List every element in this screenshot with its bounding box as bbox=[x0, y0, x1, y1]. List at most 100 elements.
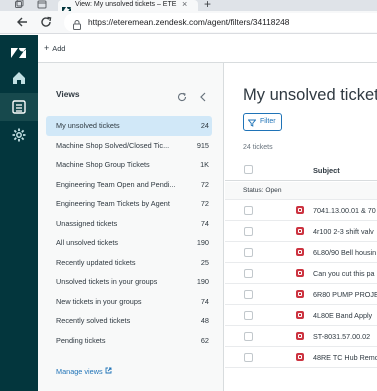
close-tab-icon[interactable]: × bbox=[182, 0, 187, 10]
manage-views-link[interactable]: Manage views bbox=[56, 367, 112, 376]
view-item[interactable]: Unsolved tickets in your groups 190 bbox=[46, 272, 212, 292]
open-status-icon bbox=[296, 290, 304, 298]
table-row[interactable]: 7041.13.00.01 & 70 bbox=[225, 200, 377, 221]
subject-column-header[interactable]: Subject bbox=[313, 166, 340, 175]
table-row[interactable]: 6R80 PUMP PROJE bbox=[225, 284, 377, 305]
ticket-subject[interactable]: Can you cut this pa bbox=[313, 269, 375, 279]
table-header: Subject bbox=[225, 159, 377, 181]
view-item[interactable]: Engineering Team Tickets by Agent 72 bbox=[46, 194, 212, 214]
row-checkbox[interactable] bbox=[244, 311, 253, 320]
views-icon[interactable] bbox=[0, 93, 38, 121]
refresh-icon[interactable] bbox=[177, 89, 187, 107]
view-item[interactable]: All unsolved tickets 190 bbox=[46, 233, 212, 253]
row-checkbox[interactable] bbox=[244, 290, 253, 299]
table-row[interactable]: 4r100 2-3 shift valv bbox=[225, 221, 377, 242]
workspaces-icon[interactable] bbox=[14, 0, 26, 11]
row-checkbox[interactable] bbox=[244, 332, 253, 341]
view-item[interactable]: New tickets in your groups 74 bbox=[46, 292, 212, 312]
view-item-count: 1K bbox=[200, 160, 209, 169]
collapse-panel-chevron-icon[interactable] bbox=[199, 89, 207, 107]
reload-icon[interactable] bbox=[38, 14, 54, 30]
ticket-subject[interactable]: 6L80/90 Bell housin bbox=[313, 248, 376, 258]
home-icon[interactable] bbox=[0, 64, 38, 92]
table-row[interactable]: Can you cut this pa bbox=[225, 263, 377, 284]
browser-tab-active[interactable]: View: My unsolved tickets – ETE bbox=[58, 0, 198, 13]
main-content: My unsolved tickets Filter 24 tickets Su… bbox=[225, 63, 377, 391]
url-text[interactable]: https://eteremean.zendesk.com/agent/filt… bbox=[88, 17, 289, 28]
views-header: Views bbox=[56, 89, 80, 99]
view-item-label: Machine Shop Solved/Closed Tic... bbox=[56, 140, 170, 150]
back-arrow-icon[interactable] bbox=[14, 14, 30, 30]
view-item[interactable]: Recently updated tickets 25 bbox=[46, 253, 212, 273]
view-item-label: Machine Shop Group Tickets bbox=[56, 160, 150, 169]
table-row[interactable]: ST-8031.57.00.02 bbox=[225, 326, 377, 347]
manage-views-label: Manage views bbox=[56, 367, 103, 376]
row-checkbox[interactable] bbox=[244, 206, 253, 215]
ticket-subject[interactable]: ST-8031.57.00.02 bbox=[313, 332, 370, 342]
row-checkbox[interactable] bbox=[244, 269, 253, 278]
browser-tab-strip: View: My unsolved tickets – ETE × + bbox=[0, 0, 377, 13]
new-tab-icon[interactable]: + bbox=[204, 0, 211, 10]
view-item[interactable]: Machine Shop Solved/Closed Tic... 915 bbox=[46, 136, 212, 156]
view-item[interactable]: Recently solved tickets 48 bbox=[46, 311, 212, 331]
view-item-count: 72 bbox=[200, 179, 209, 189]
ticket-subject[interactable]: 48RE TC Hub Remo bbox=[313, 353, 377, 363]
view-item-label: Engineering Team Tickets by Agent bbox=[56, 199, 170, 208]
open-status-icon bbox=[296, 332, 304, 340]
ticket-subject[interactable]: 6R80 PUMP PROJE bbox=[313, 290, 377, 300]
browser-toolbar: https://eteremean.zendesk.com/agent/filt… bbox=[0, 11, 377, 34]
view-item-count: 48 bbox=[200, 316, 209, 325]
filter-label: Filter bbox=[260, 118, 276, 125]
view-item-count: 915 bbox=[196, 140, 209, 150]
open-status-icon bbox=[296, 227, 304, 235]
zendesk-logo-icon[interactable] bbox=[0, 39, 38, 67]
plus-icon: + bbox=[44, 43, 50, 53]
open-status-icon bbox=[296, 353, 304, 361]
ticket-subject[interactable]: 4r100 2-3 shift valv bbox=[313, 227, 374, 237]
view-item[interactable]: Pending tickets 62 bbox=[46, 331, 212, 351]
table-row[interactable]: 4L80E Band Apply bbox=[225, 305, 377, 326]
settings-gear-icon[interactable] bbox=[0, 121, 38, 149]
table-row[interactable]: 6L80/90 Bell housin bbox=[225, 242, 377, 263]
status-group-label: Status: Open bbox=[243, 187, 282, 194]
address-bar[interactable]: https://eteremean.zendesk.com/agent/filt… bbox=[64, 13, 377, 32]
ticket-count: 24 tickets bbox=[243, 144, 273, 151]
view-item[interactable]: Engineering Team Open and Pendi... 72 bbox=[46, 175, 212, 195]
view-item-count: 72 bbox=[200, 199, 209, 208]
row-checkbox[interactable] bbox=[244, 353, 253, 362]
external-link-icon bbox=[105, 367, 112, 376]
view-list: My unsolved tickets 24 Machine Shop Solve… bbox=[46, 116, 212, 350]
add-button[interactable]: + Add bbox=[44, 43, 65, 54]
app-top-bar: + Add bbox=[38, 35, 377, 63]
open-status-icon bbox=[296, 269, 304, 277]
views-panel: Views My unsolved tickets 24 Machine Shop… bbox=[38, 63, 224, 391]
view-item-label: Pending tickets bbox=[56, 335, 106, 345]
view-item-count: 74 bbox=[200, 296, 209, 306]
row-checkbox[interactable] bbox=[244, 248, 253, 257]
open-status-icon bbox=[296, 311, 304, 319]
view-item-label: Recently updated tickets bbox=[56, 257, 136, 267]
view-item[interactable]: Machine Shop Group Tickets 1K bbox=[46, 155, 212, 175]
lock-icon[interactable] bbox=[73, 17, 81, 35]
row-checkbox[interactable] bbox=[244, 227, 253, 236]
view-item-label: Engineering Team Open and Pendi... bbox=[56, 179, 176, 189]
view-item[interactable]: My unsolved tickets 24 bbox=[46, 116, 212, 136]
tab-title: View: My unsolved tickets – ETE bbox=[75, 1, 177, 8]
filter-button[interactable]: Filter bbox=[243, 113, 282, 131]
add-button-label: Add bbox=[52, 44, 66, 53]
open-status-icon bbox=[296, 206, 304, 214]
ticket-subject[interactable]: 7041.13.00.01 & 70 bbox=[313, 206, 376, 216]
view-item-count: 24 bbox=[200, 121, 209, 130]
view-item[interactable]: Unassigned tickets 74 bbox=[46, 214, 212, 234]
view-item-count: 190 bbox=[196, 238, 209, 247]
select-all-checkbox[interactable] bbox=[244, 165, 253, 174]
view-item-label: My unsolved tickets bbox=[56, 121, 120, 130]
view-item-count: 25 bbox=[200, 257, 209, 267]
view-item-count: 62 bbox=[200, 335, 209, 345]
tab-actions-icon[interactable] bbox=[37, 0, 49, 11]
ticket-subject[interactable]: 4L80E Band Apply bbox=[313, 311, 372, 321]
view-item-label: All unsolved tickets bbox=[56, 238, 119, 247]
open-status-icon bbox=[296, 248, 304, 256]
table-row[interactable]: 48RE TC Hub Remo bbox=[225, 347, 377, 368]
page-title: My unsolved tickets bbox=[243, 86, 377, 104]
